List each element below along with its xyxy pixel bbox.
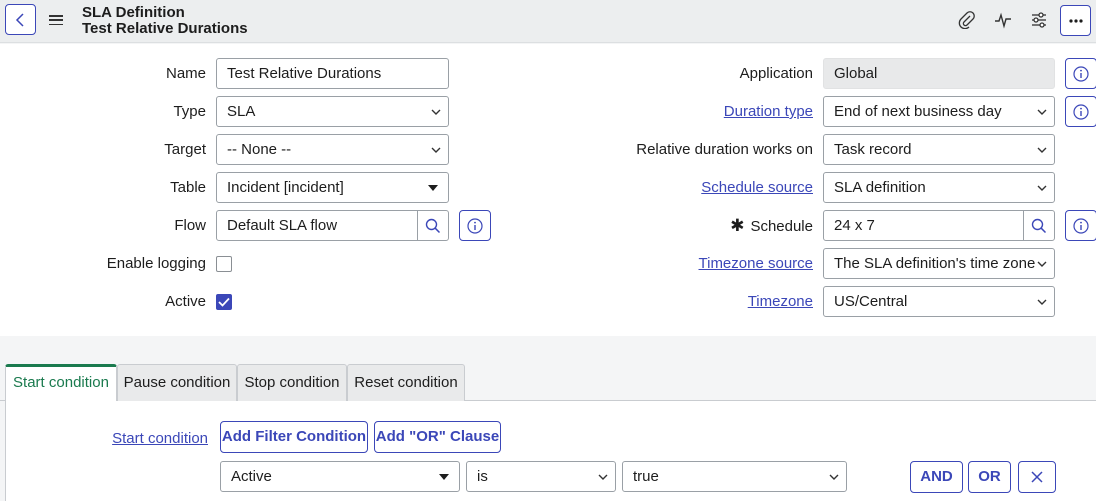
table-select[interactable]: Incident [incident] — [216, 172, 449, 203]
chevron-down-icon — [598, 474, 608, 480]
chevron-down-icon — [1037, 261, 1047, 267]
enable-logging-checkbox[interactable] — [216, 256, 232, 272]
condition-field-select[interactable]: Active — [220, 461, 460, 492]
chevron-down-icon — [1037, 185, 1047, 191]
relative-duration-select[interactable]: Task record — [823, 134, 1055, 165]
schedule-source-value: SLA definition — [834, 179, 926, 196]
record-name: Test Relative Durations — [82, 20, 248, 37]
tab-reset-condition[interactable]: Reset condition — [347, 364, 465, 401]
flow-label: Flow — [174, 217, 206, 234]
delete-condition-button[interactable] — [1018, 461, 1056, 493]
condition-operator-value: is — [477, 468, 488, 485]
sla-form: Name Test Relative Durations Type SLA Ta… — [0, 44, 1096, 336]
condition-builder: Start condition Add Filter Condition Add… — [5, 401, 1096, 501]
duration-type-select[interactable]: End of next business day — [823, 96, 1055, 127]
caret-down-icon — [439, 474, 449, 480]
check-icon — [218, 297, 230, 307]
timezone-source-select[interactable]: The SLA definition's time zone — [823, 248, 1055, 279]
condition-value-select[interactable]: true — [622, 461, 847, 492]
search-icon — [425, 218, 441, 233]
chevron-down-icon — [829, 474, 839, 480]
target-select[interactable]: -- None -- — [216, 134, 449, 165]
page-title: SLA Definition Test Relative Durations — [82, 5, 248, 37]
tab-start-condition[interactable]: Start condition — [5, 364, 117, 402]
chevron-down-icon — [1037, 109, 1047, 115]
timezone-select[interactable]: US/Central — [823, 286, 1055, 317]
schedule-label-text: Schedule — [750, 218, 813, 235]
condition-value-value: true — [633, 468, 659, 485]
tab-stop-condition[interactable]: Stop condition — [237, 364, 347, 401]
start-condition-link[interactable]: Start condition — [66, 429, 208, 449]
chevron-left-icon — [15, 12, 24, 27]
attachment-icon[interactable] — [955, 8, 979, 32]
name-input[interactable]: Test Relative Durations — [216, 58, 449, 89]
type-value: SLA — [227, 103, 256, 120]
chevron-down-icon — [431, 147, 441, 153]
schedule-lookup-button[interactable] — [1023, 210, 1055, 241]
add-filter-condition-button[interactable]: Add Filter Condition — [220, 421, 368, 453]
chevron-down-icon — [1037, 299, 1047, 305]
back-button[interactable] — [5, 4, 36, 35]
tab-pause-condition[interactable]: Pause condition — [117, 364, 237, 401]
application-info-button[interactable] — [1065, 58, 1096, 89]
active-label: Active — [165, 293, 206, 310]
search-icon — [1031, 218, 1047, 233]
type-select[interactable]: SLA — [216, 96, 449, 127]
flow-info-button[interactable] — [459, 210, 491, 241]
timezone-source-link[interactable]: Timezone source — [600, 254, 814, 274]
info-icon — [1073, 65, 1089, 82]
name-label: Name — [165, 65, 206, 82]
table-value: Incident [incident] — [227, 179, 344, 196]
form-header: SLA Definition Test Relative Durations — [0, 0, 1096, 43]
more-icon — [1068, 18, 1083, 23]
and-button[interactable]: AND — [910, 461, 963, 493]
schedule-source-link[interactable]: Schedule source — [600, 178, 813, 198]
flow-lookup-button[interactable] — [417, 210, 449, 241]
duration-type-value: End of next business day — [834, 103, 1002, 120]
chevron-down-icon — [431, 109, 441, 115]
info-icon — [1073, 217, 1089, 234]
condition-operator-select[interactable]: is — [466, 461, 616, 492]
timezone-source-value: The SLA definition's time zone — [834, 255, 1036, 272]
application-field: Global — [823, 58, 1055, 89]
duration-type-info-button[interactable] — [1065, 96, 1096, 127]
condition-tabs: Start condition Pause condition Stop con… — [0, 364, 1096, 402]
settings-sliders-icon[interactable] — [1027, 8, 1051, 32]
duration-type-link[interactable]: Duration type — [600, 102, 813, 122]
required-icon: ✱ — [730, 216, 745, 235]
relative-duration-value: Task record — [834, 141, 912, 158]
target-label: Target — [164, 141, 206, 158]
schedule-source-select[interactable]: SLA definition — [823, 172, 1055, 203]
relative-duration-label: Relative duration works on — [636, 141, 813, 158]
caret-down-icon — [428, 185, 438, 191]
record-type: SLA Definition — [82, 4, 185, 21]
schedule-input[interactable]: 24 x 7 — [823, 210, 1024, 241]
condition-field-value: Active — [231, 468, 272, 485]
chevron-down-icon — [1037, 147, 1047, 153]
active-checkbox[interactable] — [216, 294, 232, 310]
schedule-info-button[interactable] — [1065, 210, 1096, 241]
info-icon — [467, 217, 483, 234]
more-options-button[interactable] — [1060, 5, 1091, 36]
enable-logging-label: Enable logging — [106, 255, 206, 272]
flow-input[interactable]: Default SLA flow — [216, 210, 418, 241]
close-icon — [1031, 471, 1043, 483]
table-label: Table — [170, 179, 206, 196]
activity-icon[interactable] — [991, 8, 1015, 32]
type-label: Type — [173, 103, 206, 120]
target-value: -- None -- — [227, 141, 292, 158]
timezone-value: US/Central — [834, 293, 908, 310]
schedule-label: ✱ Schedule — [600, 216, 813, 237]
info-icon — [1073, 103, 1089, 120]
timezone-link[interactable]: Timezone — [600, 292, 813, 312]
add-or-clause-button[interactable]: Add "OR" Clause — [374, 421, 501, 453]
menu-icon[interactable] — [49, 13, 63, 27]
application-label: Application — [739, 65, 813, 82]
or-button[interactable]: OR — [968, 461, 1011, 493]
